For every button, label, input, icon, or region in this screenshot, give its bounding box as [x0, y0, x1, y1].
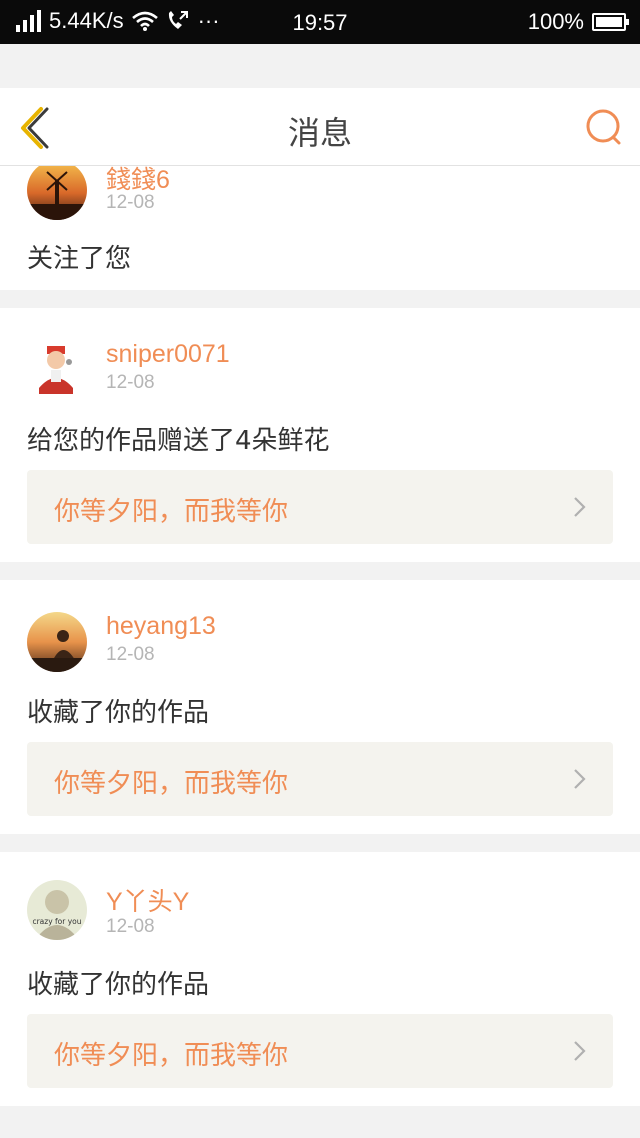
message-card[interactable]: sniper0071 12-08 给您的作品赠送了4朵鲜花 你等夕阳，而我等你 [0, 308, 640, 562]
search-button[interactable] [584, 108, 624, 148]
message-card[interactable]: 錢錢6 12-08 关注了您 [0, 166, 640, 290]
work-link[interactable]: 你等夕阳，而我等你 [27, 742, 613, 816]
message-date: 12-08 [106, 192, 155, 213]
message-card[interactable]: heyang13 12-08 收藏了你的作品 你等夕阳，而我等你 [0, 580, 640, 834]
chevron-right-icon [574, 1041, 586, 1061]
avatar[interactable]: crazy for you [27, 880, 87, 940]
status-bar: 5.44K/s ··· 19:57 100% [0, 0, 640, 44]
work-title: 你等夕阳，而我等你 [54, 769, 289, 799]
message-text: 关注了您 [27, 244, 132, 274]
username[interactable]: sniper0071 [106, 340, 230, 369]
chevron-right-icon [574, 769, 586, 789]
work-link[interactable]: 你等夕阳，而我等你 [27, 1014, 613, 1088]
message-card[interactable]: crazy for you Y丫头Y 12-08 收藏了你的作品 你等夕阳，而我… [0, 852, 640, 1106]
message-text: 收藏了你的作品 [27, 970, 210, 1000]
avatar[interactable] [27, 340, 87, 400]
message-date: 12-08 [106, 916, 155, 937]
username[interactable]: heyang13 [106, 612, 216, 641]
nav-bar: 消息 [0, 88, 640, 166]
message-date: 12-08 [106, 644, 155, 665]
username[interactable]: Y丫头Y [106, 882, 189, 918]
chevron-right-icon [574, 497, 586, 517]
battery-icon [592, 13, 629, 31]
work-title: 你等夕阳，而我等你 [54, 1041, 289, 1071]
page-title: 消息 [287, 114, 352, 152]
search-icon [586, 109, 621, 145]
work-title: 你等夕阳，而我等你 [54, 497, 289, 527]
message-date: 12-08 [106, 372, 155, 393]
avatar-caption: crazy for you [32, 917, 81, 926]
message-list[interactable]: 錢錢6 12-08 关注了您 sniper0071 12-08 给您的作品赠送了… [0, 166, 640, 1138]
avatar[interactable] [27, 612, 87, 672]
work-link[interactable]: 你等夕阳，而我等你 [27, 470, 613, 544]
message-text: 收藏了你的作品 [27, 698, 210, 728]
battery-level: 100% [527, 9, 584, 34]
avatar[interactable] [27, 166, 87, 220]
status-right: 100% [527, 9, 629, 35]
message-text: 给您的作品赠送了4朵鲜花 [27, 426, 330, 456]
